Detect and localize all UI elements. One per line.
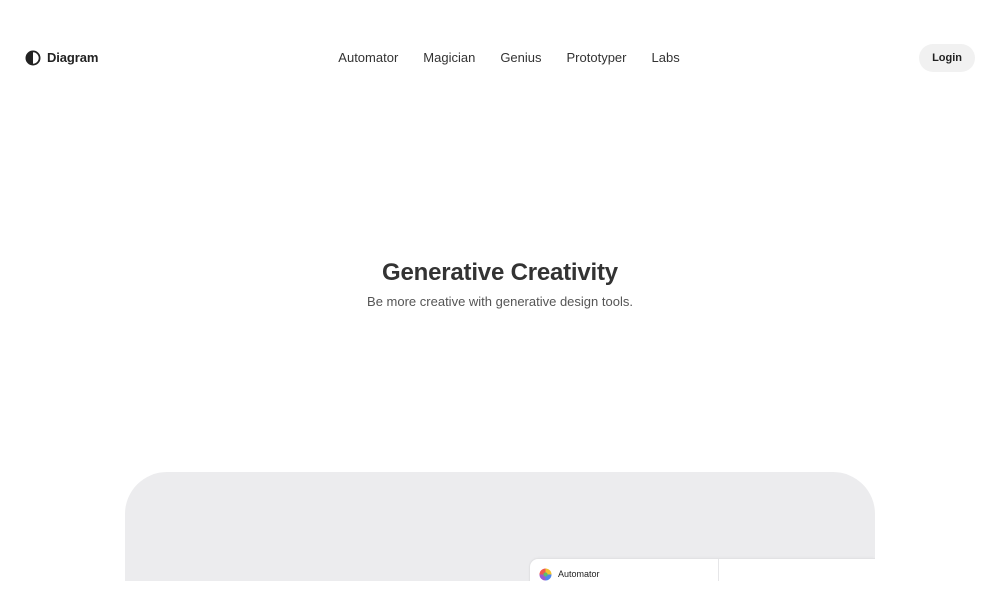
login-button[interactable]: Login <box>919 44 975 72</box>
nav-link-prototyper[interactable]: Prototyper <box>567 50 627 66</box>
app-tab-label: Automator <box>558 569 600 579</box>
page: Diagram Automator Magician Genius Protot… <box>0 0 1000 600</box>
viewport-bottom-edge <box>0 581 1000 600</box>
main-nav: Automator Magician Genius Prototyper Lab… <box>0 50 1000 66</box>
brand-logo-link[interactable]: Diagram <box>25 50 98 66</box>
nav-link-labs[interactable]: Labs <box>652 50 680 66</box>
nav-link-genius[interactable]: Genius <box>500 50 541 66</box>
nav-link-magician[interactable]: Magician <box>423 50 475 66</box>
hero-section: Generative Creativity Be more creative w… <box>0 256 1000 311</box>
product-preview: Automator <box>125 472 875 581</box>
app-tab-automator[interactable]: Automator <box>539 568 600 581</box>
hero-subtitle: Be more creative with generative design … <box>367 294 633 309</box>
rainbow-sphere-icon <box>539 568 552 581</box>
hero-title: Generative Creativity <box>382 259 618 286</box>
app-window-preview: Automator <box>530 559 875 581</box>
pane-divider <box>718 559 719 581</box>
site-header: Diagram Automator Magician Genius Protot… <box>0 0 1000 116</box>
half-circle-logo-icon <box>25 50 41 66</box>
brand-name: Diagram <box>47 50 99 65</box>
nav-link-automator[interactable]: Automator <box>338 50 398 66</box>
